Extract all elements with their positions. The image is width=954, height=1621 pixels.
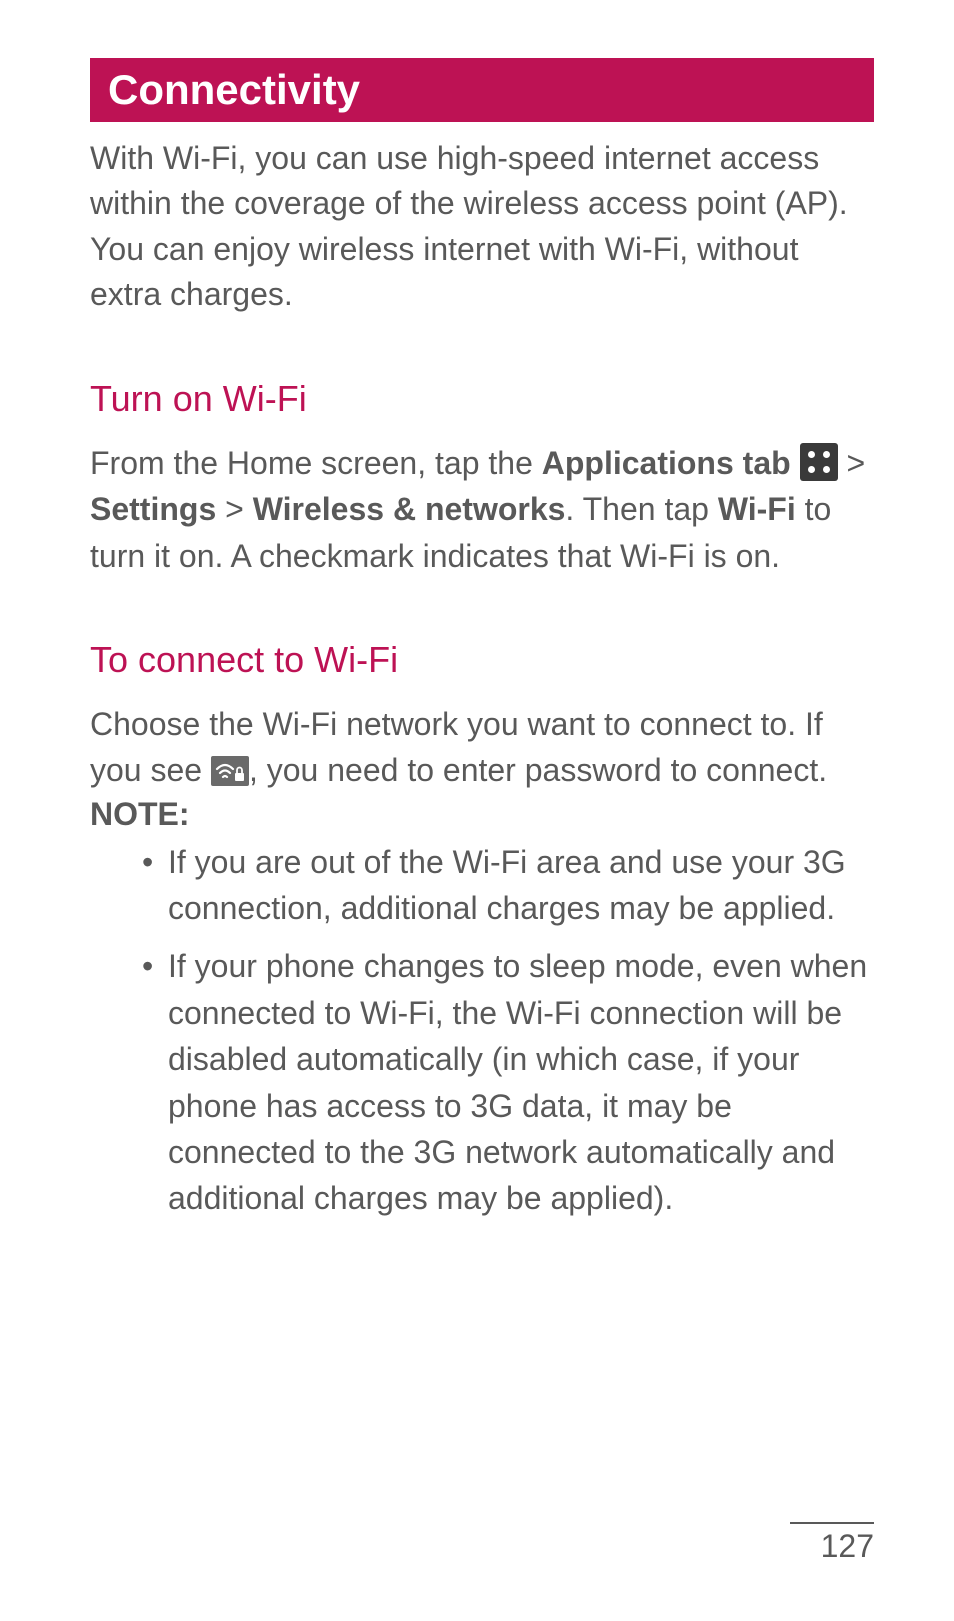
wireless-networks-label: Wireless & networks — [253, 491, 566, 527]
section-connect-wifi: To connect to Wi-Fi Choose the Wi-Fi net… — [90, 639, 874, 1222]
body-connect-wifi: Choose the Wi-Fi network you want to con… — [90, 701, 874, 794]
page-number-container: 127 — [790, 1522, 874, 1565]
body-turn-on-wifi: From the Home screen, tap the Applicatio… — [90, 440, 874, 579]
page-title: Connectivity — [90, 58, 874, 122]
separator: > — [216, 491, 252, 527]
wifi-lock-icon — [211, 756, 249, 786]
text-fragment: , you need to enter password to connect. — [249, 752, 827, 788]
note-item: If your phone changes to sleep mode, eve… — [142, 943, 874, 1221]
apps-tab-label: Applications tab — [542, 445, 791, 481]
intro-paragraph: With Wi-Fi, you can use high-speed inter… — [90, 136, 874, 318]
note-item: If you are out of the Wi-Fi area and use… — [142, 839, 874, 932]
heading-connect-wifi: To connect to Wi-Fi — [90, 639, 874, 681]
heading-turn-on-wifi: Turn on Wi-Fi — [90, 378, 874, 420]
separator: > — [838, 445, 866, 481]
applications-tab-icon — [800, 443, 838, 481]
settings-label: Settings — [90, 491, 216, 527]
text-fragment: From the Home screen, tap the — [90, 445, 542, 481]
wifi-label: Wi-Fi — [718, 491, 796, 527]
note-label: NOTE: — [90, 796, 874, 833]
text-fragment: . Then tap — [565, 491, 717, 527]
page-number-divider — [790, 1522, 874, 1524]
note-list: If you are out of the Wi-Fi area and use… — [90, 839, 874, 1222]
section-turn-on-wifi: Turn on Wi-Fi From the Home screen, tap … — [90, 378, 874, 579]
page-number: 127 — [790, 1528, 874, 1565]
